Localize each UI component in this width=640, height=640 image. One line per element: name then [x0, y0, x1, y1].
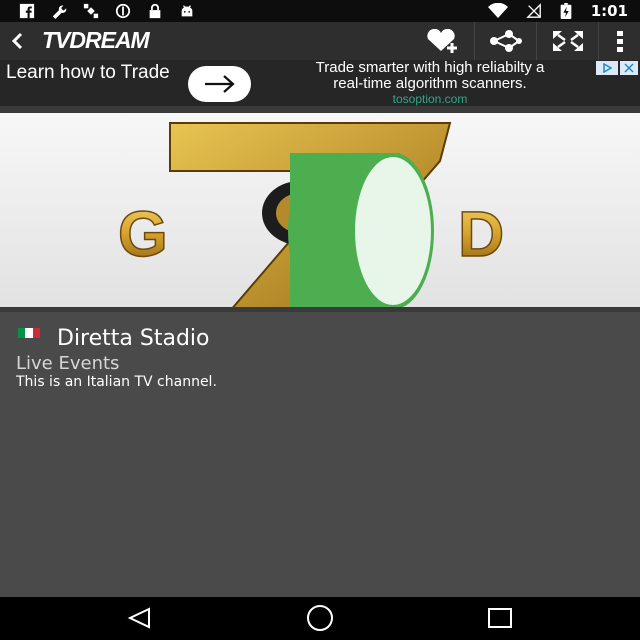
ad-banner[interactable]: Learn how to Trade Trade smarter with hi…	[0, 60, 640, 106]
battery-charging-icon	[560, 3, 572, 19]
nav-home-icon	[307, 605, 333, 631]
fullscreen-icon	[552, 31, 583, 51]
close-icon	[624, 63, 634, 73]
ad-headline[interactable]: Trade smarter with high reliabilty a rea…	[254, 59, 606, 107]
channel-category: Live Events	[16, 353, 120, 374]
action-bar: TVDREAM	[0, 22, 640, 60]
logo-letter-g: G	[118, 198, 168, 270]
nav-recents-icon	[488, 608, 512, 628]
lock-icon	[149, 3, 161, 19]
nav-home-button[interactable]	[300, 603, 340, 633]
blocked-icon	[115, 3, 131, 19]
no-signal-icon	[525, 3, 541, 18]
wrench-icon	[52, 5, 67, 19]
nav-back-icon	[127, 607, 150, 629]
nav-recents-button[interactable]	[480, 603, 520, 633]
arrow-right-icon	[204, 75, 235, 93]
satellite-icon	[83, 3, 99, 19]
channel-description: This is an Italian TV channel.	[16, 374, 217, 390]
ad-arrow-button[interactable]	[188, 66, 251, 102]
ad-close-button[interactable]	[620, 61, 638, 75]
back-arrow-icon[interactable]	[8, 31, 28, 51]
italian-flag-icon	[18, 328, 40, 338]
ad-headline-line1: Trade smarter with high reliabilty a	[315, 59, 545, 76]
facebook-icon	[19, 3, 35, 19]
favorite-add-icon	[427, 29, 457, 53]
overflow-menu-button[interactable]	[598, 22, 640, 60]
channel-name: Diretta Stadio	[57, 326, 210, 351]
ad-choices-icon	[603, 63, 612, 73]
android-icon	[181, 5, 193, 17]
ad-headline-line2: real-time algorithm scanners.	[333, 75, 527, 92]
share-icon	[489, 30, 522, 52]
status-bar: 1:01	[0, 0, 640, 22]
overflow-menu-icon	[616, 31, 623, 52]
clock: 1:01	[590, 2, 628, 20]
logo-letter-d: D	[458, 198, 504, 270]
wifi-icon	[487, 3, 508, 18]
ad-choices-button[interactable]	[596, 61, 618, 75]
channel-logo: G D	[0, 113, 640, 307]
share-button[interactable]	[474, 22, 536, 60]
nav-back-button[interactable]	[120, 603, 160, 633]
navigation-bar	[0, 597, 640, 640]
loading-spinner	[288, 153, 434, 307]
fullscreen-button[interactable]	[536, 22, 598, 60]
ad-domain: tosoption.com	[392, 92, 468, 106]
add-favorite-button[interactable]	[412, 22, 474, 60]
ad-learn-text[interactable]: Learn how to Trade	[6, 63, 186, 82]
app-title: TVDREAM	[42, 27, 150, 53]
video-player[interactable]: G D	[0, 106, 640, 312]
